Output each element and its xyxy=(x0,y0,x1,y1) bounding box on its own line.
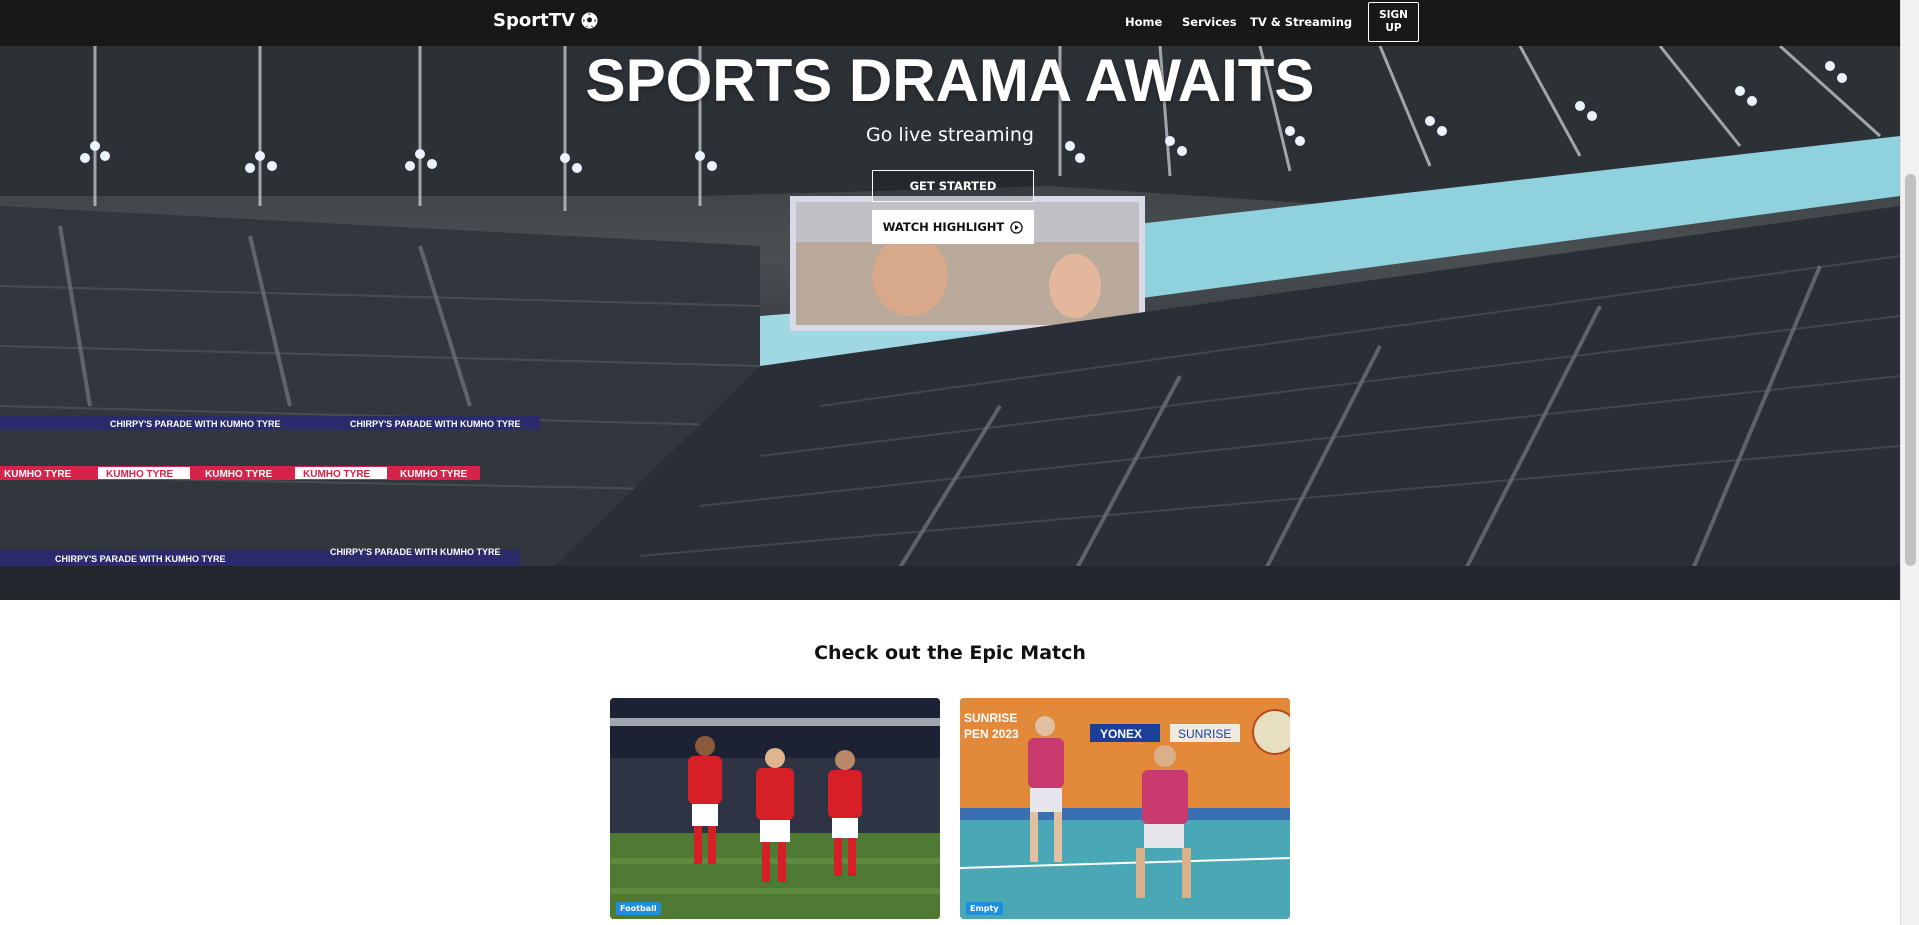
card-badge-football: Football xyxy=(616,902,661,915)
svg-text:KUMHO TYRE: KUMHO TYRE xyxy=(106,469,174,480)
watch-highlight-label: WATCH HIGHLIGHT xyxy=(882,220,1005,234)
nav-link-home[interactable]: Home xyxy=(1125,15,1162,29)
nav-link-services[interactable]: Services xyxy=(1182,15,1237,29)
sign-up-button[interactable]: SIGN UP xyxy=(1368,2,1419,42)
banner-text-1: CHIRPY'S PARADE WITH KUMHO TYRE xyxy=(110,419,280,429)
svg-text:CHIRPY'S PARADE WITH KUMHO TYR: CHIRPY'S PARADE WITH KUMHO TYRE xyxy=(330,547,500,557)
top-navbar: SportTV Home Services TV & Streaming SIG… xyxy=(0,0,1900,46)
section-title: Check out the Epic Match xyxy=(814,642,1086,664)
page: SportTV Home Services TV & Streaming SIG… xyxy=(0,0,1919,925)
badminton-card-image: YONEX SUNRISE SUNRISE PEN 2023 xyxy=(960,698,1290,919)
get-started-button[interactable]: GET STARTED xyxy=(872,170,1034,202)
svg-text:YONEX: YONEX xyxy=(1100,727,1142,741)
svg-text:SUNRISE: SUNRISE xyxy=(964,711,1017,725)
page-scrollbar[interactable] xyxy=(1900,0,1919,925)
play-circle-icon xyxy=(1010,220,1024,234)
svg-text:KUMHO TYRE: KUMHO TYRE xyxy=(205,469,273,480)
svg-text:CHIRPY'S PARADE WITH KUMHO TYR: CHIRPY'S PARADE WITH KUMHO TYRE xyxy=(55,554,225,564)
hero-title: SPORTS DRAMA AWAITS xyxy=(585,47,1315,114)
get-started-label: GET STARTED xyxy=(909,179,997,193)
sign-up-label: SIGN UP xyxy=(1379,9,1408,34)
scrollbar-thumb[interactable] xyxy=(1905,174,1916,566)
hero-section: CHIRPY'S PARADE WITH KUMHO TYRE CHIRPY'S… xyxy=(0,46,1900,600)
svg-text:KUMHO TYRE: KUMHO TYRE xyxy=(303,469,371,480)
svg-text:SUNRISE: SUNRISE xyxy=(1178,727,1231,741)
brand-name: SportTV xyxy=(493,10,575,31)
hero-subtitle: Go live streaming xyxy=(866,124,1034,146)
brand-logo[interactable]: SportTV xyxy=(493,10,598,31)
svg-text:KUMHO TYRE: KUMHO TYRE xyxy=(400,469,468,480)
watch-highlight-button[interactable]: WATCH HIGHLIGHT xyxy=(872,210,1034,244)
soccer-ball-icon xyxy=(581,12,598,29)
svg-text:KUMHO TYRE: KUMHO TYRE xyxy=(4,469,72,480)
card-badge-empty: Empty xyxy=(966,902,1003,915)
nav-link-tv-streaming[interactable]: TV & Streaming xyxy=(1250,15,1352,29)
football-card-image xyxy=(610,698,940,919)
match-card-football[interactable]: Football xyxy=(610,698,940,919)
banner-text-2: CHIRPY'S PARADE WITH KUMHO TYRE xyxy=(350,419,520,429)
match-card-badminton[interactable]: YONEX SUNRISE SUNRISE PEN 2023 Empty xyxy=(960,698,1290,919)
svg-text:PEN 2023: PEN 2023 xyxy=(964,727,1019,741)
